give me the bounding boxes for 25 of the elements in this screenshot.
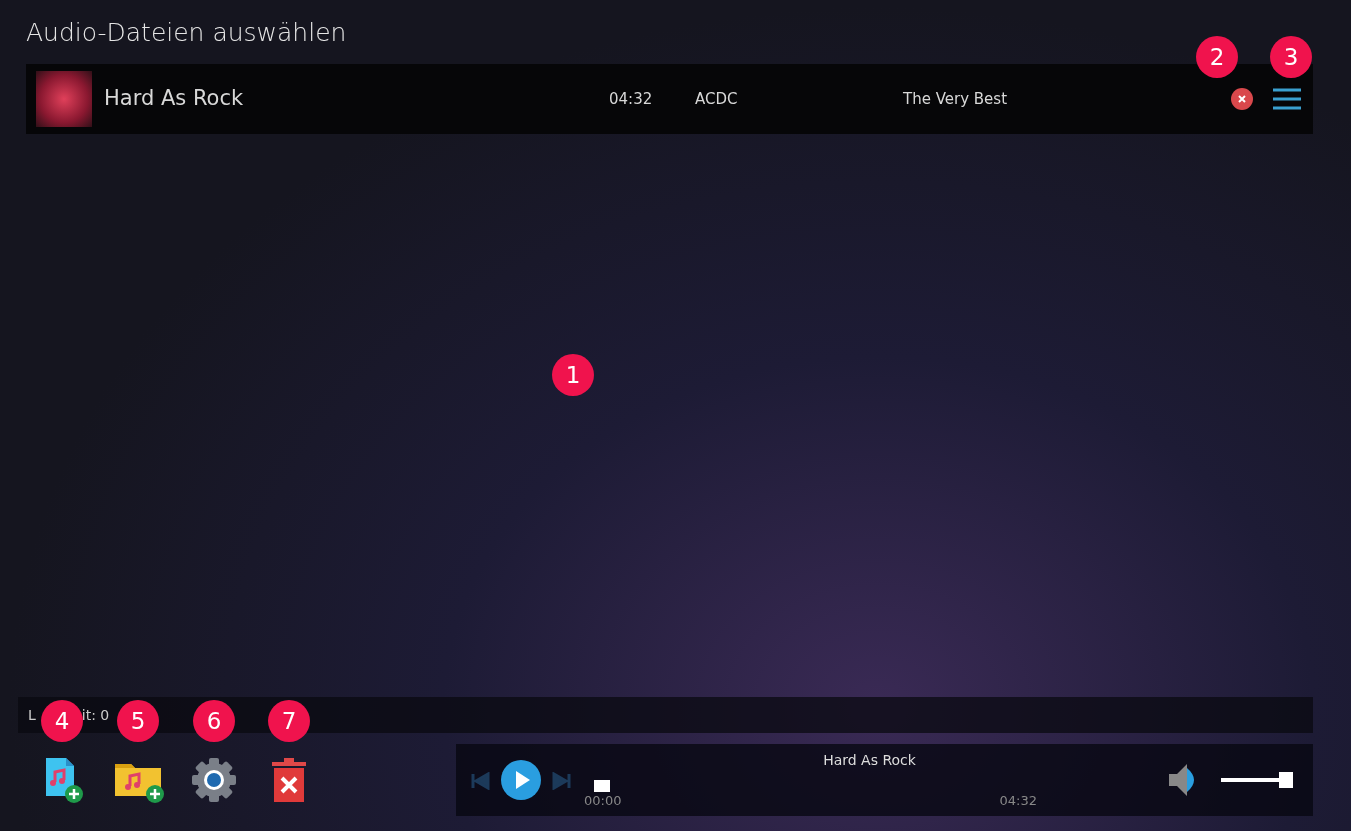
track-title: Hard As Rock [104, 85, 245, 113]
add-file-icon [44, 756, 84, 804]
close-icon [1237, 94, 1247, 104]
callout-marker: 2 [1196, 36, 1238, 78]
track-album: The Very Best [903, 88, 1009, 110]
album-cover-placeholder [36, 71, 92, 127]
menu-icon [1271, 87, 1303, 111]
status-text: L [28, 705, 36, 725]
callout-marker: 1 [552, 354, 594, 396]
track-duration: 04:32 [609, 88, 654, 110]
now-playing-title: Hard As Rock [822, 751, 917, 770]
status-text: it: 0 [81, 705, 110, 725]
settings-icon [190, 756, 238, 804]
volume-thumb[interactable] [1279, 772, 1293, 788]
remove-button[interactable] [1231, 88, 1253, 110]
callout-marker: 3 [1270, 36, 1312, 78]
progress-thumb[interactable] [594, 780, 610, 792]
play-button[interactable] [500, 759, 542, 801]
window-title: Audio-Dateien auswählen [26, 18, 347, 47]
trash-icon [269, 756, 309, 804]
track-artist: ACDC [695, 88, 739, 110]
elapsed-time: 00:00 [584, 791, 622, 810]
total-time: 04:32 [999, 791, 1037, 810]
track-row[interactable]: Hard As Rock 04:32 ACDC The Very Best [26, 64, 1313, 134]
menu-button[interactable] [1271, 87, 1303, 111]
